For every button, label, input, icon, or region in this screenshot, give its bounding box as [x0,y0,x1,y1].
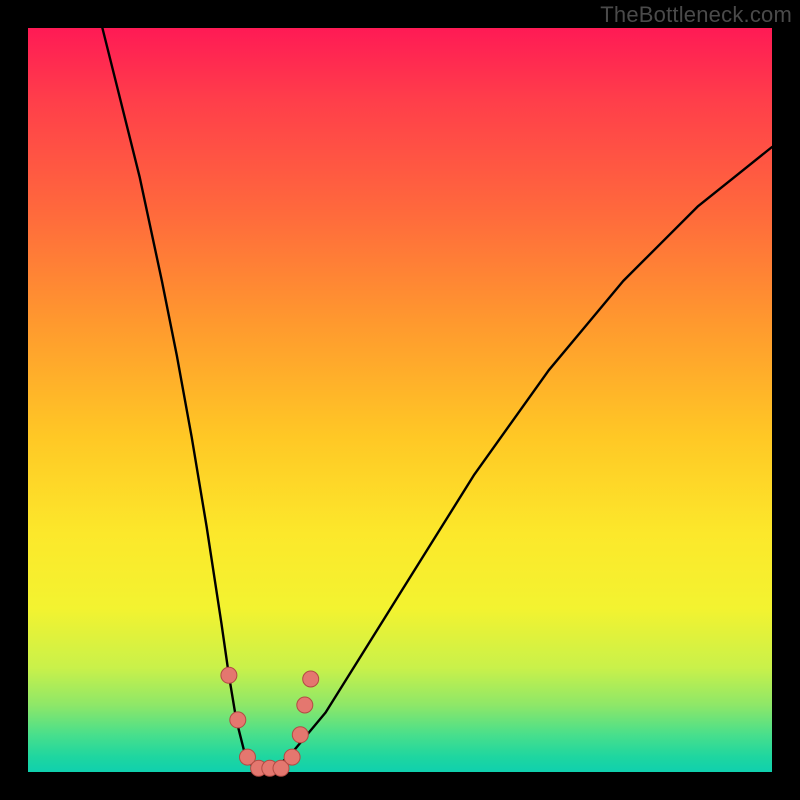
watermark-text: TheBottleneck.com [600,2,792,28]
bottleneck-curve [102,28,772,772]
trough-markers [221,667,319,776]
marker-dot [284,749,300,765]
marker-dot [221,667,237,683]
plot-area [28,28,772,772]
marker-dot [303,671,319,687]
marker-dot [297,697,313,713]
curve-layer [28,28,772,772]
marker-dot [230,712,246,728]
chart-frame: TheBottleneck.com [0,0,800,800]
marker-dot [292,727,308,743]
